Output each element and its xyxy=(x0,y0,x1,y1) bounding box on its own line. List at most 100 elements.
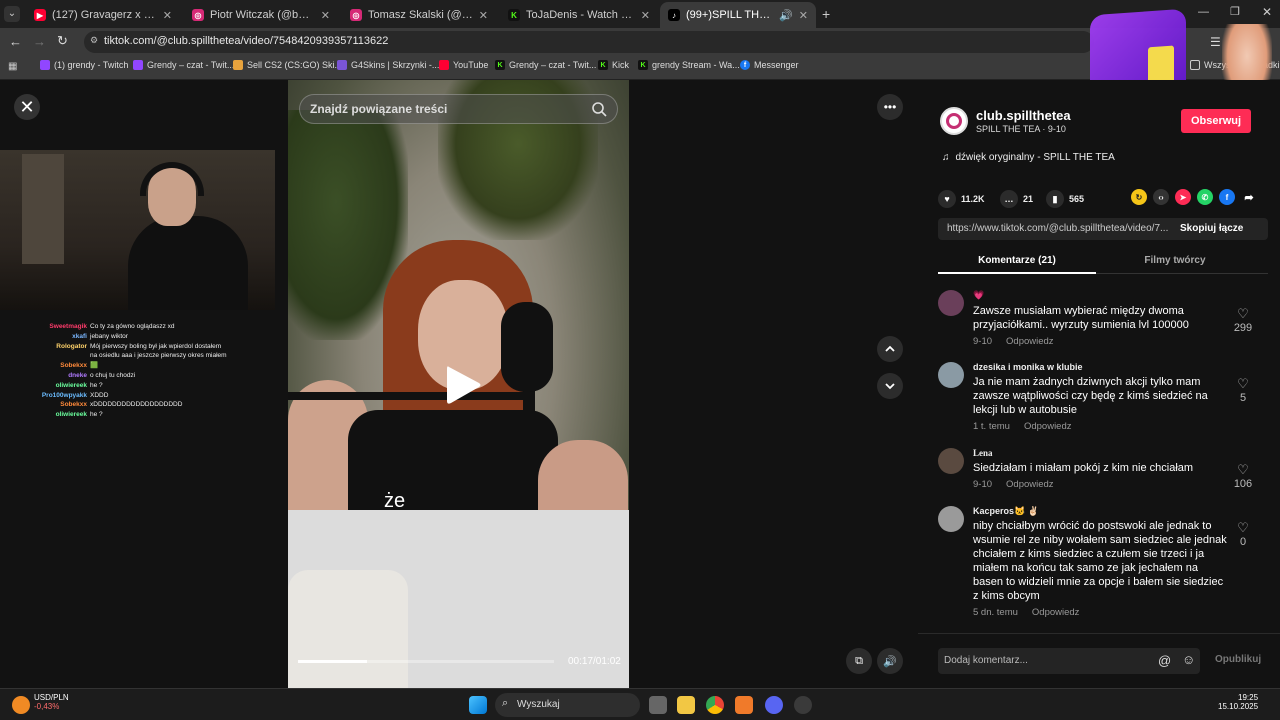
browser-tab[interactable]: ▶ (127) Gravagerz x Kiki Wera - P ✕ xyxy=(26,2,180,28)
bookmark[interactable]: Kgrendy Stream - Wa... xyxy=(638,60,740,70)
repost-icon[interactable]: ↻ xyxy=(1131,189,1147,205)
play-icon[interactable] xyxy=(443,363,483,407)
url-field[interactable]: ⚙ tiktok.com/@club.spillthetea/video/754… xyxy=(84,31,1094,53)
comment-like[interactable]: ♡ 0 xyxy=(1228,520,1258,548)
close-video-button[interactable]: ✕ xyxy=(14,94,40,120)
search-icon[interactable] xyxy=(591,101,607,117)
share-link-url[interactable]: https://www.tiktok.com/@club.spillthetea… xyxy=(947,223,1169,234)
previous-video-button[interactable] xyxy=(877,336,903,362)
commenter-avatar[interactable] xyxy=(938,362,964,388)
close-tab-icon[interactable]: ✕ xyxy=(479,9,488,22)
comment-stat[interactable]: … 21 xyxy=(1000,190,1033,208)
emoji-icon[interactable]: ☺ xyxy=(1182,652,1195,667)
browser-tab-active[interactable]: ♪ (99+)SPILL THE TEA (@club 🔊 ✕ xyxy=(660,2,816,28)
reply-button[interactable]: Odpowiedz xyxy=(1032,607,1080,618)
commenter-name[interactable]: dzesika i monika w klubie xyxy=(973,362,1083,372)
file-explorer-icon[interactable] xyxy=(677,696,695,714)
tab-comments[interactable]: Komentarze (21) xyxy=(938,255,1096,266)
send-icon[interactable]: ➤ xyxy=(1175,189,1191,205)
more-options-button[interactable]: ••• xyxy=(877,94,903,120)
bookmark[interactable]: f Messenger xyxy=(740,60,799,70)
tab-creator-videos[interactable]: Filmy twórcy xyxy=(1096,255,1254,266)
commenter-name[interactable]: Kacperos🐱 ✌🏻 xyxy=(973,506,1039,517)
browser-tab[interactable]: ◎ Tomasz Skalski (@montecasyo) ✕ xyxy=(342,2,496,28)
heart-outline-icon: ♡ xyxy=(1237,306,1249,321)
heart-outline-icon: ♡ xyxy=(1237,520,1249,535)
maximize-button[interactable]: ❐ xyxy=(1230,5,1240,18)
site-info-icon[interactable]: ⚙ xyxy=(90,35,98,46)
address-bar-row: ← → ↻ ⚙ tiktok.com/@club.spillthetea/vid… xyxy=(0,28,1280,56)
volume-button[interactable]: 🔊 xyxy=(877,648,903,674)
commenter-avatar[interactable] xyxy=(938,506,964,532)
comment-like[interactable]: ♡ 299 xyxy=(1228,306,1258,334)
taskbar-search[interactable]: ⌕ Wyszukaj xyxy=(495,693,640,717)
discord-icon[interactable] xyxy=(765,696,783,714)
reload-icon[interactable]: ↻ xyxy=(57,33,68,49)
search-icon: ⌕ xyxy=(502,697,509,709)
stock-widget[interactable]: USD/PLN -0,43% xyxy=(12,693,69,714)
bookmark[interactable]: K Kick xyxy=(598,60,629,70)
bookmark[interactable]: Grendy – czat - Twit... xyxy=(133,60,234,70)
close-tab-icon[interactable]: ✕ xyxy=(641,9,650,22)
creator-handle[interactable]: club.spillthetea xyxy=(976,108,1071,123)
task-view-icon[interactable] xyxy=(649,696,667,714)
close-tab-icon[interactable]: ✕ xyxy=(799,9,808,22)
commenter-name[interactable]: 💗 xyxy=(973,290,984,301)
comment-like[interactable]: ♡ 5 xyxy=(1228,376,1258,404)
webcam-background-door xyxy=(22,154,64,264)
commenter-avatar[interactable] xyxy=(938,448,964,474)
chat-line: xkafi jebany wiktor xyxy=(72,332,128,340)
windows-start-icon[interactable] xyxy=(469,696,487,714)
close-tab-icon[interactable]: ✕ xyxy=(163,9,172,22)
steam-icon[interactable] xyxy=(794,696,812,714)
like-stat[interactable]: ♥ 11.2K xyxy=(938,190,985,208)
facebook-icon: f xyxy=(740,60,750,70)
publish-button[interactable]: Opublikuj xyxy=(1215,654,1261,665)
copy-link-button[interactable]: Skopiuj łącze xyxy=(1180,223,1243,234)
kick-icon: K xyxy=(638,60,648,70)
app-icon[interactable] xyxy=(735,696,753,714)
bookmark[interactable]: (1) grendy - Twitch xyxy=(40,60,128,70)
follow-button[interactable]: Obserwuj xyxy=(1181,109,1251,133)
reply-button[interactable]: Odpowiedz xyxy=(1006,479,1054,490)
video-player[interactable]: Znajdź powiązane treści że 00:17/01:02 xyxy=(288,80,629,688)
embed-icon[interactable]: ‹› xyxy=(1153,189,1169,205)
sound-link[interactable]: ♫ dźwięk oryginalny - SPILL THE TEA xyxy=(942,152,1115,163)
bookmark[interactable]: Sell CS2 (CS:GO) Ski... xyxy=(233,60,342,70)
bookmark[interactable]: K Grendy – czat - Twit... xyxy=(495,60,596,70)
browser-tab[interactable]: ◎ Piotr Witczak (@bonusbgc_offic ✕ xyxy=(184,2,338,28)
extensions-icon[interactable]: ☰ xyxy=(1210,35,1221,49)
clock[interactable]: 19:25 15.10.2025 xyxy=(1218,693,1258,711)
forward-icon[interactable]: → xyxy=(33,34,46,49)
reply-button[interactable]: Odpowiedz xyxy=(1024,421,1072,432)
facebook-icon[interactable]: f xyxy=(1219,189,1235,205)
close-window-button[interactable]: ✕ xyxy=(1262,5,1272,19)
next-video-button[interactable] xyxy=(877,373,903,399)
comment-input[interactable]: Dodaj komentarz... @ ☺ xyxy=(938,648,1200,674)
comment-like[interactable]: ♡ 106 xyxy=(1228,462,1258,490)
bookmark[interactable]: G4Skins | Skrzynki -... xyxy=(337,60,439,70)
commenter-name[interactable]: Lena xyxy=(973,448,993,458)
new-tab-button[interactable]: + xyxy=(822,6,830,22)
commenter-avatar[interactable] xyxy=(938,290,964,316)
video-progress-bar[interactable] xyxy=(298,660,554,663)
chrome-icon[interactable] xyxy=(706,696,724,714)
creator-avatar[interactable] xyxy=(940,107,968,135)
close-tab-icon[interactable]: ✕ xyxy=(321,9,330,22)
mention-icon[interactable]: @ xyxy=(1158,653,1171,668)
picture-in-picture-button[interactable]: ⧉ xyxy=(846,648,872,674)
share-icon[interactable]: ➦ xyxy=(1241,189,1257,205)
back-icon[interactable]: ← xyxy=(9,34,22,49)
browser-tab[interactable]: K ToJaDenis - Watch clips on Kick ✕ xyxy=(500,2,658,28)
save-stat[interactable]: ▮ 565 xyxy=(1046,190,1084,208)
reply-button[interactable]: Odpowiedz xyxy=(1006,336,1054,347)
tab-list-menu-icon[interactable]: ⌄ xyxy=(4,6,20,22)
speaker-icon[interactable]: 🔊 xyxy=(779,9,793,22)
related-search-input[interactable]: Znajdź powiązane treści xyxy=(299,94,618,124)
whatsapp-icon[interactable]: ✆ xyxy=(1197,189,1213,205)
creator-display-name: SPILL THE TEA · 9-10 xyxy=(976,124,1066,134)
bookmark[interactable]: YouTube xyxy=(439,60,488,70)
chat-line: Pro100wpyakk XDDD xyxy=(41,391,109,399)
apps-grid-icon[interactable]: ▦ xyxy=(8,61,17,72)
minimize-button[interactable]: — xyxy=(1198,6,1209,18)
